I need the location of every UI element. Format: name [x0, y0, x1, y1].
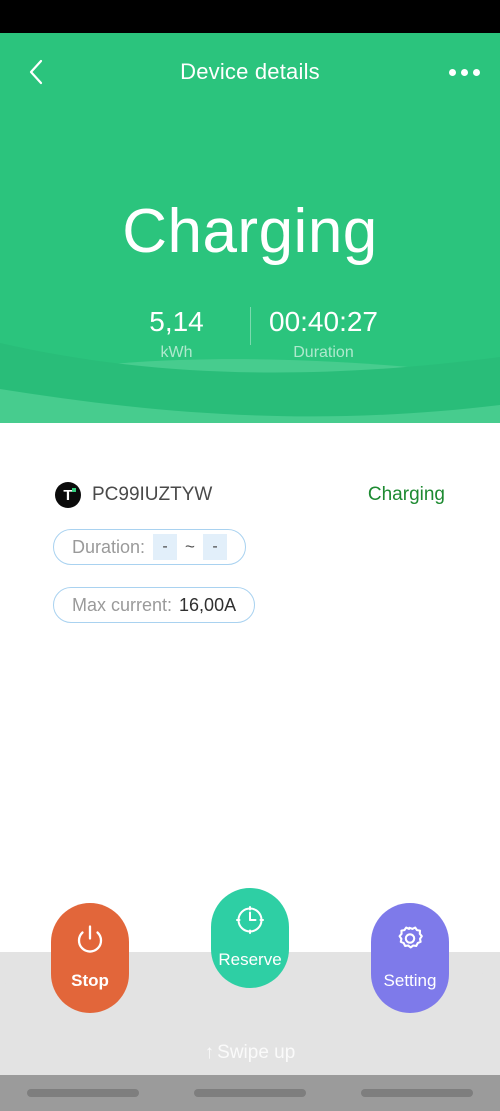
duration-start-chip[interactable]: - — [153, 534, 178, 560]
nav-button-recents[interactable] — [360, 1089, 473, 1097]
nav-button-home[interactable] — [193, 1089, 306, 1097]
max-current-field[interactable]: Max current: 16,00A — [53, 587, 256, 623]
gear-icon — [394, 923, 426, 955]
swipe-up-hint[interactable]: ↑ Swipe up — [0, 1042, 500, 1064]
back-button[interactable] — [0, 33, 72, 111]
chevron-left-icon — [28, 59, 44, 85]
duration-field[interactable]: Duration: - ~ - — [53, 529, 246, 565]
android-navigation-bar — [0, 1075, 500, 1111]
clock-icon — [234, 904, 266, 936]
duration-end-chip[interactable]: - — [202, 534, 227, 560]
tuya-logo-icon: T — [55, 482, 81, 508]
stat-energy: 5,14 kWh — [118, 305, 236, 365]
page-title: Device details — [180, 59, 320, 84]
reserve-button[interactable]: Reserve — [211, 888, 289, 988]
stat-duration: 00:40:27 Duration — [265, 305, 383, 365]
status-bar — [0, 0, 500, 33]
stat-energy-value: 5,14 — [149, 306, 204, 337]
setting-button-label: Setting — [383, 971, 437, 990]
max-current-value: 16,00A — [179, 594, 237, 615]
stat-energy-label: kWh — [160, 344, 193, 361]
more-options-button[interactable] — [428, 33, 500, 111]
hero-stats: 5,14 kWh 00:40:27 Duration — [0, 305, 500, 365]
stop-button-label: Stop — [71, 971, 109, 990]
more-horizontal-icon — [448, 68, 480, 76]
duration-separator: ~ — [185, 537, 195, 556]
setting-button[interactable]: Setting — [371, 903, 449, 1013]
swipe-up-label: Swipe up — [217, 1042, 296, 1063]
stat-duration-value: 00:40:27 — [269, 306, 378, 337]
stat-divider — [249, 307, 251, 345]
device-row[interactable]: T PC99IUZTYW Charging — [0, 475, 500, 515]
charging-state-title: Charging — [122, 197, 378, 266]
stat-duration-label: Duration — [293, 344, 354, 361]
arrow-up-icon: ↑ — [204, 1042, 215, 1063]
power-icon — [74, 923, 106, 955]
nav-button-back[interactable] — [27, 1089, 140, 1097]
device-id-label: PC99IUZTYW — [92, 484, 213, 505]
max-current-label: Max current: — [72, 594, 173, 615]
duration-field-label: Duration: — [72, 536, 146, 557]
stop-button[interactable]: Stop — [51, 903, 129, 1013]
device-status-badge: Charging — [367, 484, 445, 505]
app-header: Device details — [0, 33, 500, 111]
tuya-logo-square — [72, 488, 76, 492]
reserve-button-label: Reserve — [218, 950, 282, 969]
